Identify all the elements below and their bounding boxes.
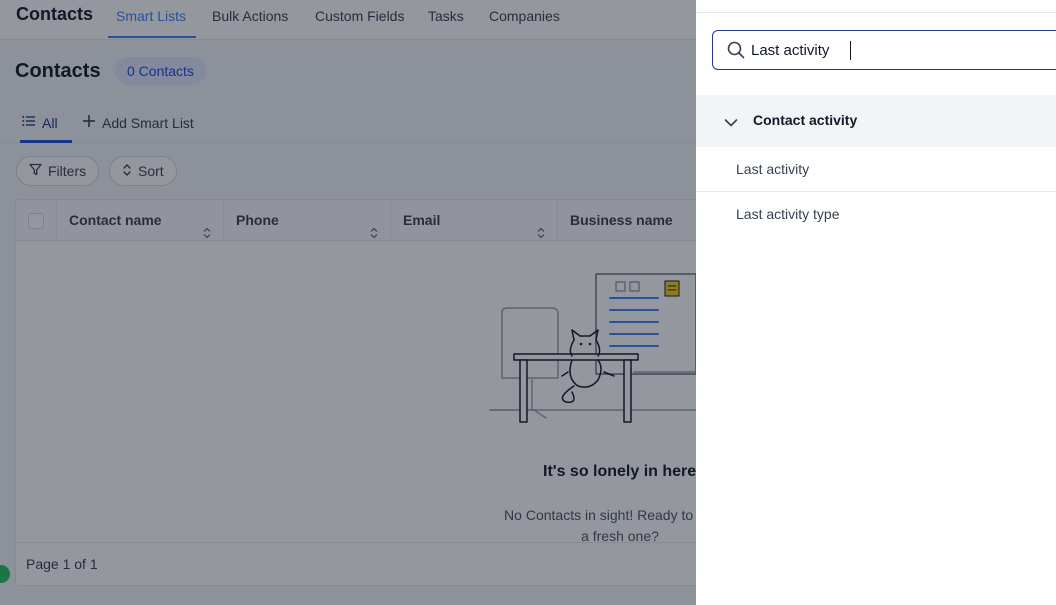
option-last-activity[interactable]: Last activity bbox=[696, 147, 1056, 192]
option-last-activity-type[interactable]: Last activity type bbox=[696, 192, 1056, 237]
field-search-box[interactable] bbox=[712, 30, 1056, 70]
option-label: Last activity bbox=[736, 161, 810, 177]
text-caret bbox=[850, 41, 851, 60]
drawer-divider bbox=[696, 12, 1056, 13]
field-picker-drawer: Contact activity Last activity Last acti… bbox=[696, 0, 1056, 605]
field-search-input[interactable] bbox=[751, 39, 1051, 61]
chevron-down-icon bbox=[724, 115, 738, 133]
group-label: Contact activity bbox=[753, 112, 858, 128]
group-header-contact-activity[interactable]: Contact activity bbox=[696, 95, 1056, 147]
search-icon bbox=[727, 41, 745, 64]
option-label: Last activity type bbox=[736, 206, 840, 222]
